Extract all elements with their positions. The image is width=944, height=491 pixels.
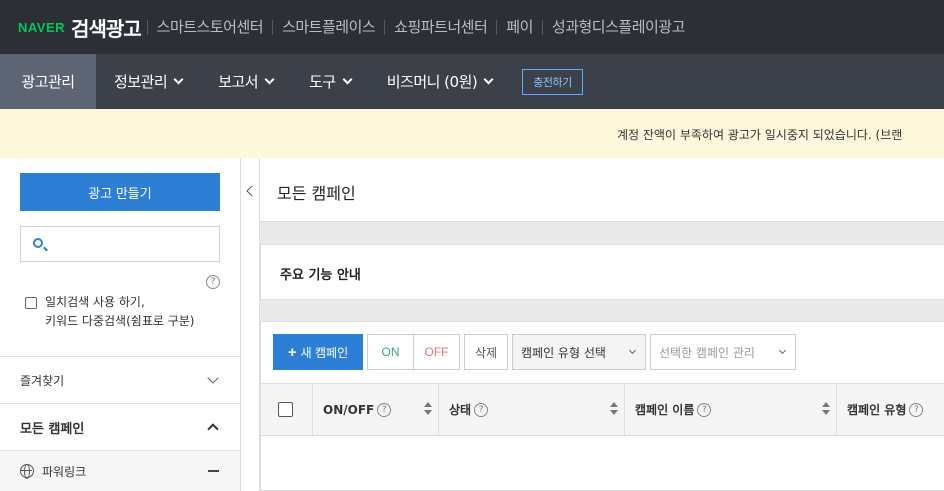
nav-tools[interactable]: 도구 [291, 54, 369, 109]
feature-guide-card[interactable]: 주요 기능 안내 [260, 244, 944, 300]
selected-campaign-manage-select[interactable]: 선택한 캠페인 관리 [650, 334, 796, 370]
help-icon[interactable]: ? [206, 275, 220, 289]
on-button[interactable]: ON [367, 334, 414, 370]
create-ad-button[interactable]: 광고 만들기 [20, 173, 220, 211]
brand[interactable]: NAVER 검색광고 [18, 13, 142, 42]
favorites-section[interactable]: 즐겨찾기 [0, 357, 240, 403]
nav-bizmoney[interactable]: 비즈머니 (0원) [369, 54, 511, 109]
plus-icon: + [287, 343, 297, 361]
column-status-label: 상태 [449, 403, 472, 417]
chevron-down-icon [342, 74, 353, 85]
top-bar: NAVER 검색광고 스마트스토어센터 스마트플레이스 쇼핑파트너센터 페이 성… [0, 0, 944, 54]
collapse-minus-icon[interactable] [208, 470, 219, 472]
nav-info-management-label: 정보관리 [114, 73, 168, 91]
exact-match-label-line1: 일치검색 사용 하기, [45, 295, 145, 309]
chevron-down-icon [264, 74, 275, 85]
chevron-down-icon [628, 346, 637, 355]
all-campaigns-label: 모든 캠페인 [20, 421, 85, 437]
chevron-up-icon [207, 423, 219, 435]
notice-text: 계정 잔액이 부족하여 광고가 일시중지 되었습니다. (브랜 [617, 128, 903, 142]
nav-tools-label: 도구 [309, 73, 336, 91]
charge-button[interactable]: 충전하기 [522, 68, 583, 95]
campaign-search-input[interactable] [20, 226, 220, 262]
chevron-down-icon [207, 372, 219, 384]
selected-campaign-manage-label: 선택한 캠페인 관리 [659, 345, 755, 360]
column-onoff[interactable]: ON/OFF ? [313, 384, 439, 435]
sidebar-item-powerlink[interactable]: 파워링크 [0, 451, 240, 491]
nav-info-management[interactable]: 정보관리 [96, 54, 200, 109]
column-campaign-type[interactable]: 캠페인 유형 ? [837, 384, 944, 435]
delete-button[interactable]: 삭제 [464, 334, 508, 370]
globe-icon [20, 464, 34, 479]
feature-guide-title: 주요 기능 안내 [280, 268, 361, 283]
chevron-down-icon [778, 346, 787, 355]
chevron-left-icon [246, 185, 258, 197]
chevron-down-icon [483, 74, 494, 85]
column-campaign-name[interactable]: 캠페인 이름 ? [625, 384, 837, 435]
header-select-all-cell [261, 384, 313, 435]
nav-ad-management-label: 광고관리 [21, 73, 75, 91]
column-onoff-label: ON/OFF [323, 402, 375, 417]
new-campaign-button[interactable]: + 새 캠페인 [273, 334, 363, 370]
link-smartplace[interactable]: 스마트플레이스 [272, 19, 384, 35]
exact-match-label-line2: 키워드 다중검색(쉼표로 구분) [45, 314, 195, 328]
column-campaign-type-label: 캠페인 유형 [847, 403, 907, 417]
link-pay[interactable]: 페이 [496, 19, 542, 35]
page-title: 모든 캠페인 [277, 184, 356, 203]
off-button[interactable]: OFF [413, 334, 460, 370]
exact-match-checkbox[interactable] [25, 297, 37, 309]
service-links: 스마트스토어센터 스마트플레이스 쇼핑파트너센터 페이 성과형디스플레이광고 [146, 19, 694, 35]
search-icon [33, 238, 43, 248]
select-all-checkbox[interactable] [278, 402, 293, 417]
campaign-type-select-label: 캠페인 유형 선택 [521, 345, 606, 360]
help-icon[interactable]: ? [377, 402, 392, 417]
naver-logo: NAVER [18, 19, 66, 35]
main-content: 모든 캠페인 주요 기능 안내 + 새 캠페인 ON OFF 삭제 캠페인 유형… [241, 158, 944, 491]
nav-bizmoney-label: 비즈머니 (0원) [386, 73, 478, 91]
column-status[interactable]: 상태 ? [439, 384, 625, 435]
link-smartstore[interactable]: 스마트스토어센터 [146, 19, 272, 35]
nav-ad-management[interactable]: 광고관리 [0, 54, 96, 109]
main-nav: 광고관리 정보관리 보고서 도구 비즈머니 (0원) 충전하기 [0, 54, 944, 109]
help-icon[interactable]: ? [697, 402, 712, 417]
campaign-table-header: ON/OFF ? 상태 ? 캠페인 이름 ? 캠페인 유형 ? [261, 383, 944, 436]
all-campaigns-section[interactable]: 모든 캠페인 [0, 404, 240, 450]
link-shopping-partner[interactable]: 쇼핑파트너센터 [384, 19, 496, 35]
exact-match-label: 일치검색 사용 하기, 키워드 다중검색(쉼표로 구분) [45, 293, 235, 331]
powerlink-label: 파워링크 [42, 464, 87, 479]
notice-banner: 계정 잔액이 부족하여 광고가 일시중지 되었습니다. (브랜 [0, 109, 944, 158]
link-display-ads[interactable]: 성과형디스플레이광고 [541, 19, 694, 35]
chevron-down-icon [173, 74, 184, 85]
page-header: 모든 캠페인 [260, 158, 944, 222]
help-icon[interactable]: ? [474, 402, 489, 417]
campaign-type-select[interactable]: 캠페인 유형 선택 [512, 334, 646, 370]
campaign-panel: + 새 캠페인 ON OFF 삭제 캠페인 유형 선택 선택한 캠페인 관리 O… [260, 321, 944, 491]
column-campaign-name-label: 캠페인 이름 [635, 403, 695, 417]
new-campaign-label: 새 캠페인 [300, 345, 349, 360]
help-icon[interactable]: ? [909, 402, 924, 417]
sidebar: 광고 만들기 ? 일치검색 사용 하기, 키워드 다중검색(쉼표로 구분) 즐겨… [0, 158, 241, 491]
nav-reports-label: 보고서 [218, 73, 259, 91]
sidebar-collapse-toggle[interactable] [241, 158, 260, 491]
nav-reports[interactable]: 보고서 [200, 54, 291, 109]
favorites-label: 즐겨찾기 [20, 373, 65, 388]
brand-title: 검색광고 [71, 16, 142, 41]
